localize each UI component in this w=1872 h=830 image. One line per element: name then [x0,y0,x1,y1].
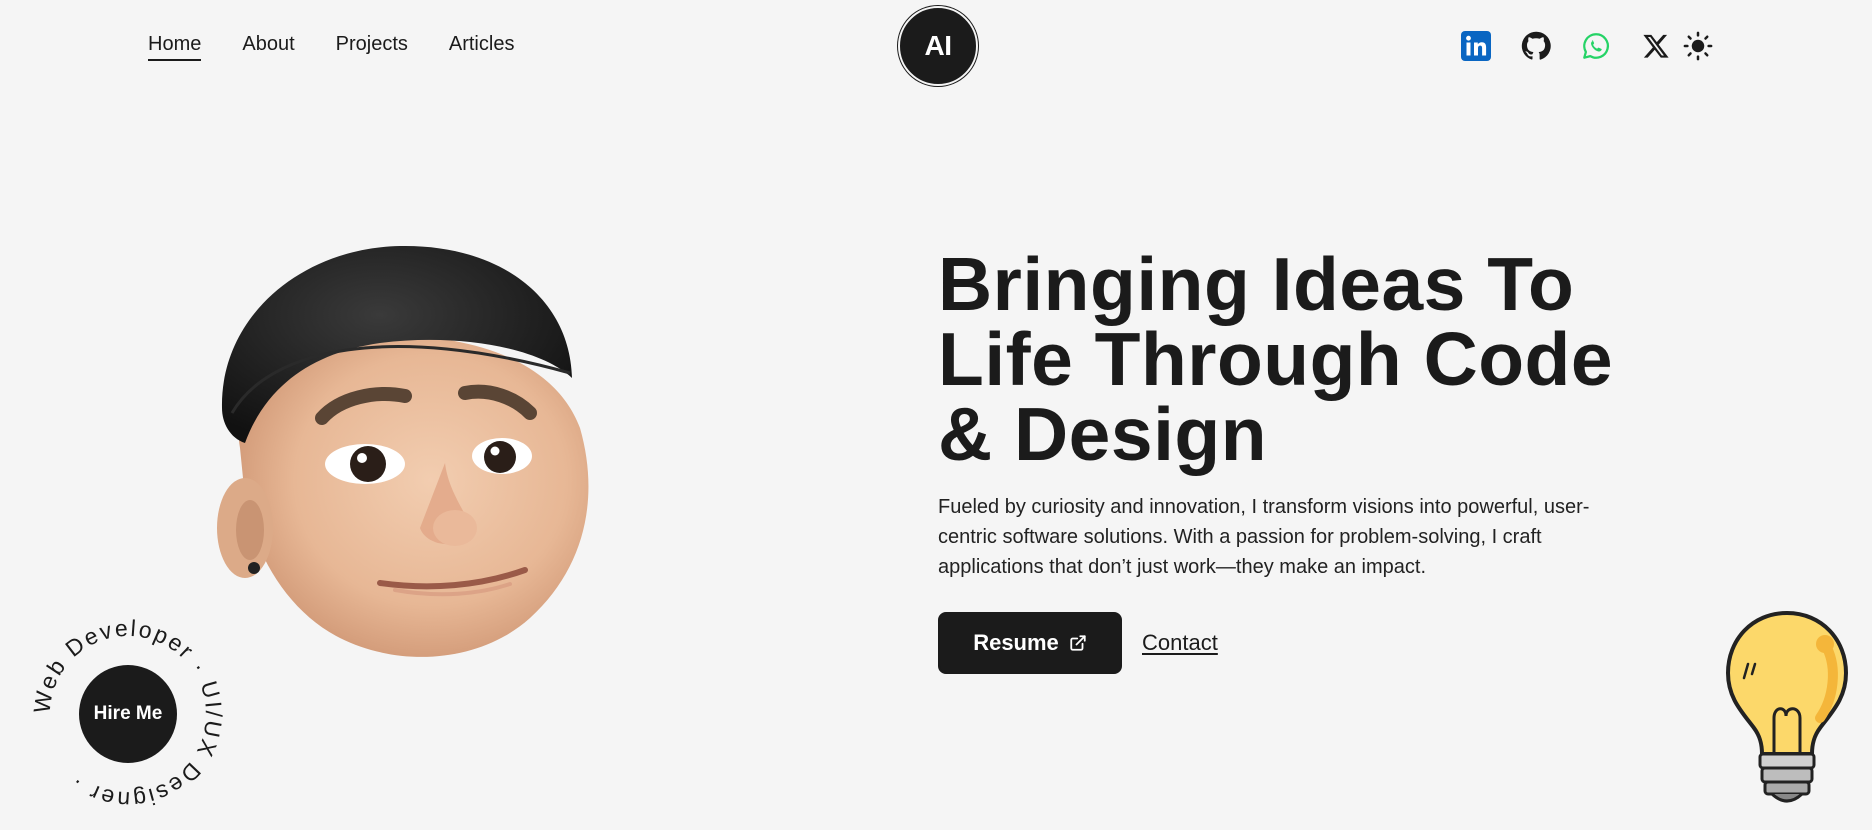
resume-button[interactable]: Resume [938,612,1122,674]
nav-projects[interactable]: Projects [336,33,408,60]
contact-link[interactable]: Contact [1142,630,1218,656]
description-line: applications that don’t just work—they m… [938,556,1427,578]
external-link-icon [1070,635,1086,651]
hire-me-badge: Web Developer · UI/UX Designer · Hire Me [28,615,224,814]
avatar-illustration [210,238,600,678]
description-line: centric software solutions. With a passi… [938,526,1542,548]
sun-theme-icon[interactable] [1682,30,1714,62]
lightbulb-icon [1722,608,1852,818]
x-twitter-icon[interactable] [1640,30,1672,62]
headline-line: Bringing Ideas To [938,242,1575,326]
nav-home[interactable]: Home [148,33,202,61]
hero-description: Fueled by curiosity and innovation, I tr… [938,492,1698,582]
hero-actions: Resume Contact [938,612,1218,674]
whatsapp-icon[interactable] [1580,30,1612,62]
main-nav: Home About Projects Articles [148,33,515,61]
hero-headline: Bringing Ideas To Life Through Code & De… [938,247,1798,472]
resume-label: Resume [973,630,1059,655]
description-line: Fueled by curiosity and innovation, I tr… [938,496,1590,518]
social-links [1460,30,1714,62]
headline-line: Life Through Code [938,317,1614,401]
headline-line: & Design [938,392,1268,476]
nav-about[interactable]: About [242,33,294,60]
hire-me-button[interactable]: Hire Me [79,665,177,763]
linkedin-icon[interactable] [1460,30,1492,62]
nav-articles[interactable]: Articles [449,33,515,60]
site-logo[interactable]: AI [898,6,978,86]
github-icon[interactable] [1520,30,1552,62]
